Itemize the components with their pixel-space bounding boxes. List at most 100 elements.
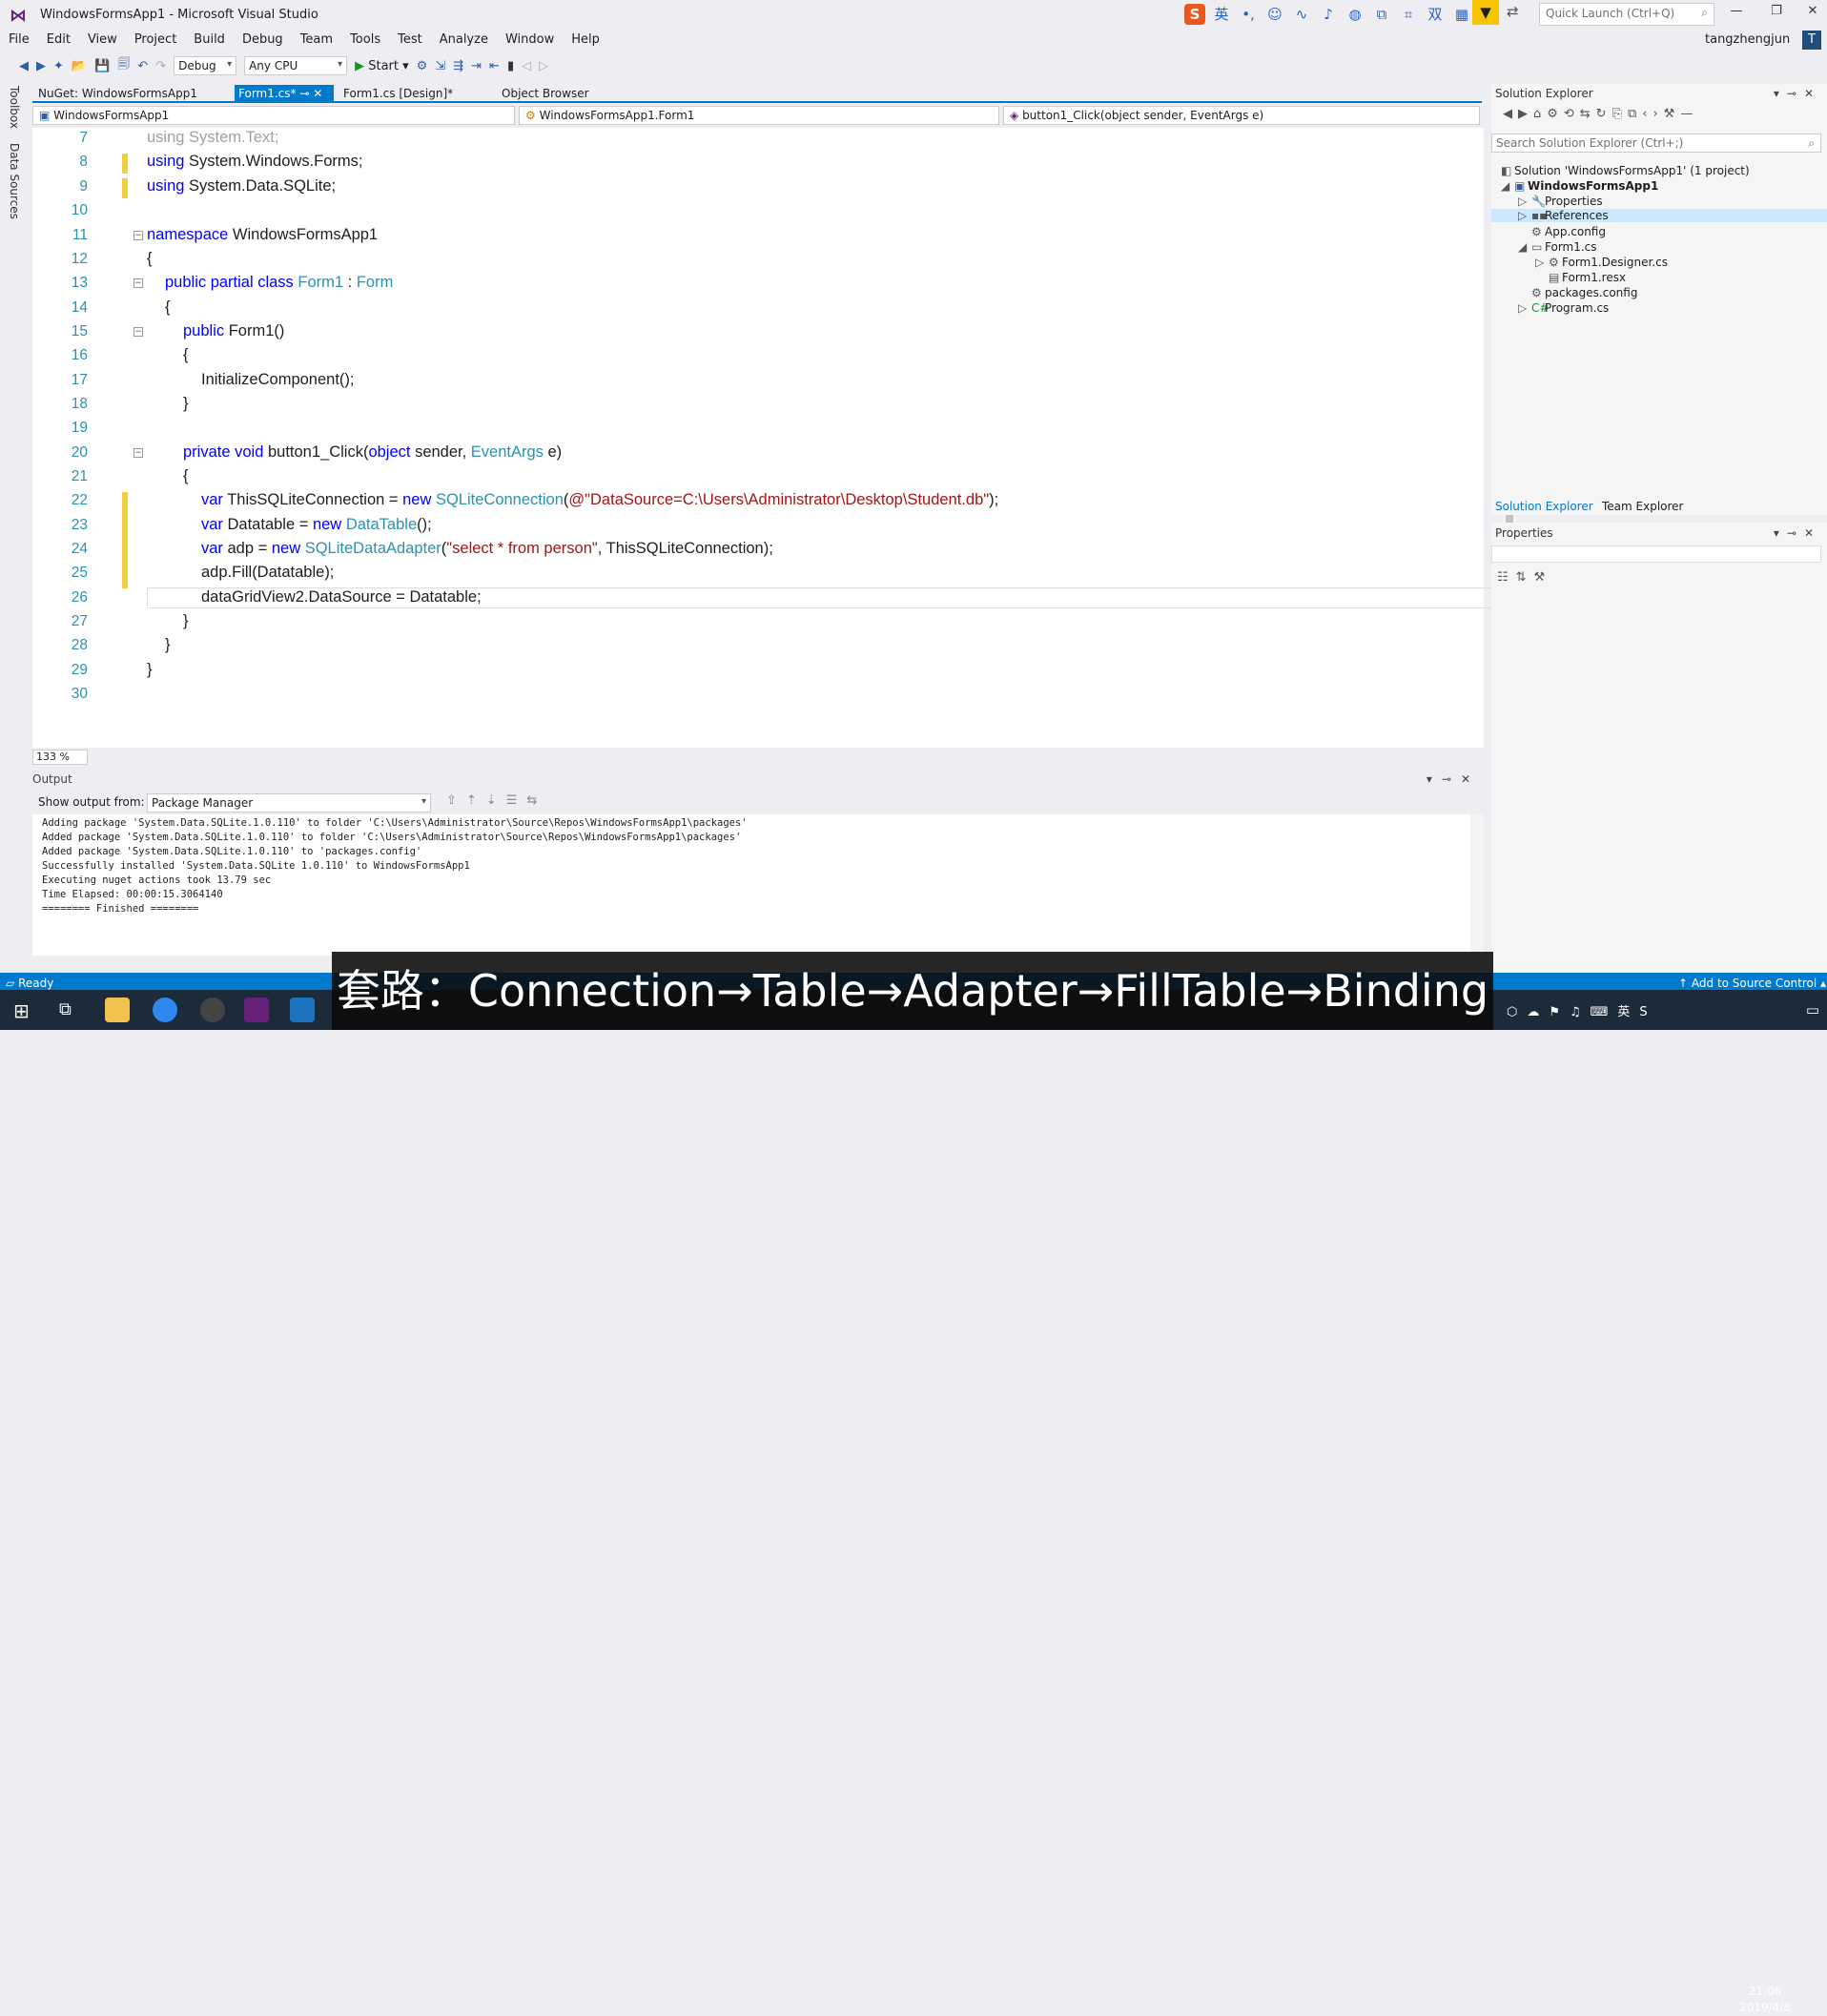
tree-item-app-config[interactable]: ⚙ App.config	[1531, 225, 1606, 238]
close-tab-icon[interactable]: ✕	[313, 87, 322, 100]
menu-test[interactable]: Test	[389, 31, 431, 49]
ime-symbols-icon[interactable]: ∿	[1291, 4, 1312, 25]
output-window-controls[interactable]: ▾⊸✕	[1427, 772, 1480, 786]
solution-window-controls[interactable]: ▾⊸✕	[1774, 87, 1821, 100]
bookmark-next-icon[interactable]: ▷	[539, 59, 548, 73]
tab-solution-explorer[interactable]: Solution Explorer	[1495, 500, 1593, 513]
system-tray[interactable]: ⬡☁⚑♫⌨英S	[1507, 1001, 1657, 1019]
feedback-icon[interactable]: ⇄	[1507, 3, 1519, 20]
menu-view[interactable]: View	[79, 31, 126, 49]
close-button[interactable]: ✕	[1798, 4, 1827, 18]
save-all-icon[interactable]: 🗐	[117, 55, 130, 76]
tree-item-form1-resx[interactable]: ▤ Form1.resx	[1549, 271, 1626, 284]
outdent-icon[interactable]: ⇤	[489, 59, 500, 73]
notification-filter-icon[interactable]: ▼	[1472, 0, 1499, 25]
forward-icon[interactable]: ▶	[36, 59, 46, 73]
new-project-icon[interactable]: ✦	[53, 59, 64, 73]
start-button[interactable]: ▶ Start ▾	[355, 59, 409, 73]
properties-object-select[interactable]	[1491, 545, 1821, 563]
code-editor[interactable]: 7 8 9 10 11 12 13 14 15 16 17 18 19 20 2…	[32, 128, 1516, 748]
taskbar-clock[interactable]: 21:06 2019/4/8	[1739, 1984, 1791, 2016]
ime-tools-icon[interactable]: ⧉	[1371, 4, 1392, 25]
maximize-button[interactable]: ❐	[1762, 4, 1791, 18]
member-dropdown[interactable]: ◈ button1_Click(object sender, EventArgs…	[1003, 106, 1480, 125]
properties-window-controls[interactable]: ▾⊸✕	[1774, 526, 1821, 540]
avatar[interactable]: T	[1802, 31, 1821, 50]
bookmark-icon[interactable]: ▮	[507, 59, 514, 73]
project-dropdown[interactable]: ▣ WindowsFormsApp1	[32, 106, 515, 125]
fold-toggle[interactable]: −	[133, 278, 143, 288]
task-view-icon[interactable]: ⧉	[59, 999, 72, 1019]
menu-debug[interactable]: Debug	[234, 31, 292, 49]
properties-toolbar[interactable]: ☷⇅⚒	[1497, 570, 1552, 585]
menu-edit[interactable]: Edit	[38, 31, 79, 49]
tree-item-form1-designer[interactable]: ▷ ⚙ Form1.Designer.cs	[1535, 256, 1668, 269]
notifications-icon[interactable]: ▭	[1806, 1001, 1819, 1018]
tree-item-project[interactable]: ◢ ▣ WindowsFormsApp1	[1501, 179, 1658, 193]
bookmark-prev-icon[interactable]: ◁	[522, 59, 531, 73]
toolbox-tab[interactable]: Toolbox	[8, 86, 21, 129]
file-explorer-icon[interactable]	[105, 998, 130, 1022]
save-icon[interactable]: 💾	[94, 59, 110, 73]
solution-search-input[interactable]: Search Solution Explorer (Ctrl+;) ⌕	[1491, 134, 1821, 153]
tab-form1-design[interactable]: Form1.cs [Design]*	[339, 85, 457, 103]
menu-project[interactable]: Project	[126, 31, 185, 49]
minimize-button[interactable]: —	[1722, 4, 1751, 18]
fold-toggle[interactable]: −	[133, 231, 143, 240]
ime-english-icon[interactable]: 英	[1211, 4, 1232, 25]
browser-icon[interactable]	[153, 998, 177, 1022]
user-name[interactable]: tangzhengjun	[1705, 32, 1790, 47]
tab-form1-cs[interactable]: Form1.cs* ⊸ ✕	[235, 85, 334, 103]
tree-item-program-cs[interactable]: ▷ C#Program.cs	[1518, 301, 1609, 315]
output-source-select[interactable]: Package Manager	[147, 793, 431, 813]
class-dropdown[interactable]: ⚙ WindowsFormsApp1.Form1	[519, 106, 999, 125]
tab-team-explorer[interactable]: Team Explorer	[1602, 500, 1684, 513]
indent-icon[interactable]: ⇥	[471, 59, 482, 73]
ime-punct-icon[interactable]: •,	[1238, 4, 1259, 25]
pin-icon[interactable]: ⊸	[299, 87, 309, 100]
menu-window[interactable]: Window	[497, 31, 563, 49]
menu-analyze[interactable]: Analyze	[431, 31, 497, 49]
media-app-icon[interactable]	[200, 998, 225, 1022]
format-icon[interactable]: ⇶	[453, 59, 463, 73]
tree-item-properties[interactable]: ▷ 🔧Properties	[1518, 195, 1603, 208]
ime-emoji-icon[interactable]: ☺	[1264, 4, 1285, 25]
solution-explorer-toolbar[interactable]: ◀▶⌂⚙⟲⇆↻⎘⧉‹›⚒—	[1491, 105, 1827, 128]
menu-help[interactable]: Help	[563, 31, 608, 49]
ime-double-icon[interactable]: 双	[1425, 4, 1446, 25]
back-icon[interactable]: ◀	[19, 59, 29, 73]
tree-item-solution[interactable]: ◧ Solution 'WindowsFormsApp1' (1 project)	[1501, 164, 1750, 177]
undo-icon[interactable]: ↶	[137, 59, 148, 73]
ime-crop-icon[interactable]: ⌗	[1398, 4, 1419, 25]
menu-tools[interactable]: Tools	[341, 31, 389, 49]
output-toolbar[interactable]: ⇧⇡⇣☰⇆	[446, 793, 546, 808]
word-taskbar-icon[interactable]	[290, 998, 315, 1022]
step-into-icon[interactable]: ⇲	[435, 59, 445, 73]
menu-team[interactable]: Team	[292, 31, 341, 49]
menu-file[interactable]: File	[0, 31, 38, 49]
tree-item-form1-cs[interactable]: ◢ ▭ Form1.cs	[1518, 240, 1597, 254]
source-control-button[interactable]: ↑ Add to Source Control ▴	[1678, 977, 1826, 990]
fold-toggle[interactable]: −	[133, 327, 143, 337]
ime-voice-icon[interactable]: ♪	[1318, 4, 1339, 25]
browser-link-icon[interactable]: ⚙	[417, 59, 428, 73]
quick-launch-input[interactable]: Quick Launch (Ctrl+Q) ⌕	[1539, 3, 1714, 26]
sogou-ime-icon[interactable]: S	[1184, 4, 1205, 25]
ime-grid-icon[interactable]: ▦	[1451, 4, 1472, 25]
open-file-icon[interactable]: 📂	[72, 59, 87, 73]
data-sources-tab[interactable]: Data Sources	[8, 143, 21, 219]
zoom-level[interactable]: 133 %	[32, 750, 88, 765]
menu-build[interactable]: Build	[185, 31, 234, 49]
tree-item-references[interactable]: ▷ ▪▪References	[1491, 209, 1827, 222]
output-text[interactable]: Adding package 'System.Data.SQLite.1.0.1…	[32, 814, 1470, 956]
output-scrollbar[interactable]	[1470, 814, 1484, 956]
windows-start-icon[interactable]: ⊞	[13, 999, 30, 1022]
configuration-select[interactable]: Debug	[174, 56, 237, 75]
platform-select[interactable]: Any CPU	[244, 56, 348, 75]
tab-nuget[interactable]: NuGet: WindowsFormsApp1	[34, 85, 201, 103]
ime-skin-icon[interactable]: ◍	[1345, 4, 1365, 25]
tab-object-browser[interactable]: Object Browser	[498, 85, 593, 103]
fold-toggle[interactable]: −	[133, 448, 143, 458]
redo-icon[interactable]: ↷	[155, 59, 166, 73]
tree-item-packages-config[interactable]: ⚙ packages.config	[1531, 286, 1637, 299]
